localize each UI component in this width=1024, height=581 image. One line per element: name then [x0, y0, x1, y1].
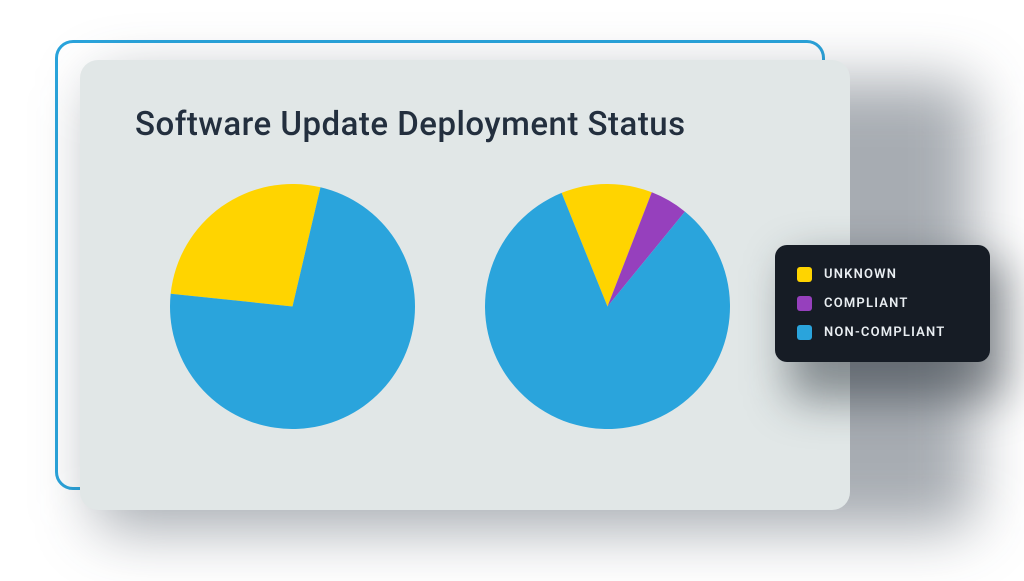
swatch-unknown	[797, 267, 812, 282]
card-title: Software Update Deployment Status	[135, 105, 795, 144]
pie-chart-2	[485, 184, 730, 429]
legend: UNKNOWN COMPLIANT NON-COMPLIANT	[775, 245, 990, 362]
legend-item-compliant: COMPLIANT	[797, 296, 968, 311]
legend-label-unknown: UNKNOWN	[824, 267, 897, 282]
swatch-compliant	[797, 296, 812, 311]
legend-item-non-compliant: NON-COMPLIANT	[797, 325, 968, 340]
pie-chart-1	[170, 184, 415, 429]
legend-label-compliant: COMPLIANT	[824, 296, 909, 311]
legend-label-non-compliant: NON-COMPLIANT	[824, 325, 945, 340]
swatch-non-compliant	[797, 325, 812, 340]
legend-item-unknown: UNKNOWN	[797, 267, 968, 282]
charts-row	[170, 184, 795, 429]
status-card: Software Update Deployment Status	[80, 60, 850, 510]
